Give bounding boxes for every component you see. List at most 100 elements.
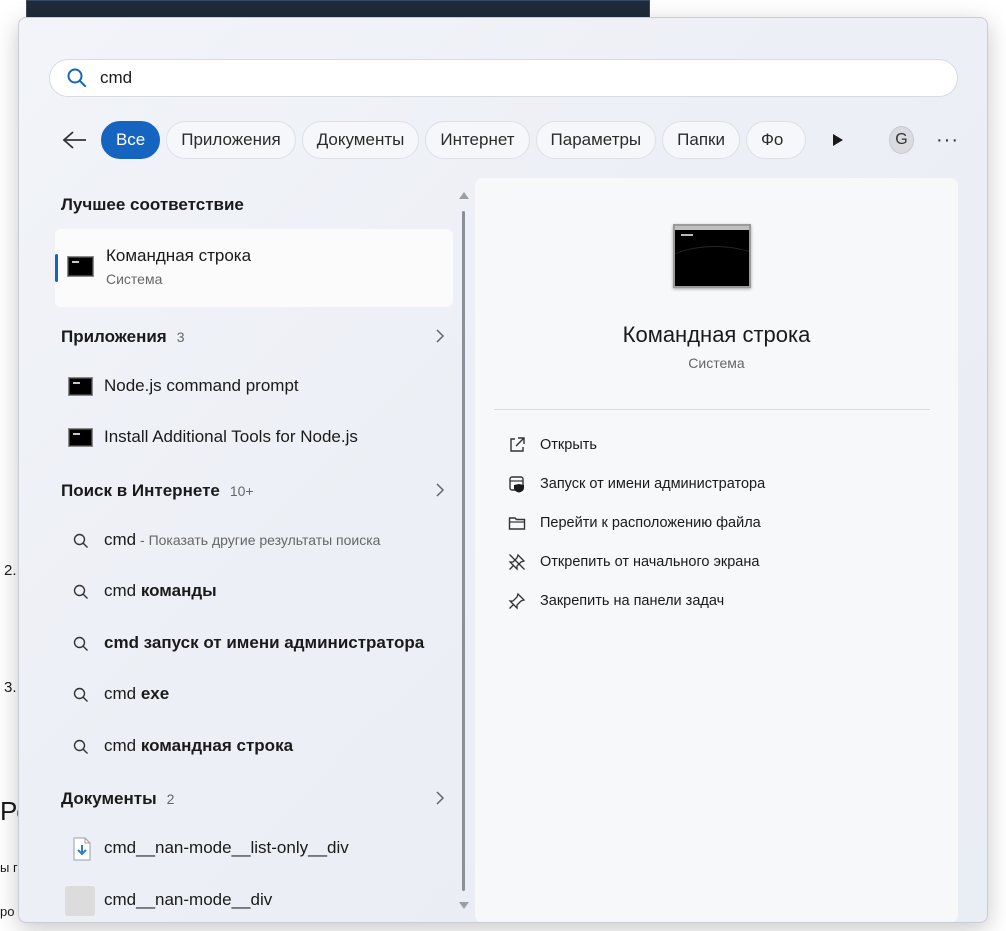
folder-icon	[508, 517, 526, 530]
app-title: Node.js command prompt	[104, 376, 299, 395]
search-box[interactable]	[49, 59, 958, 97]
filter-chip-folders[interactable]: Папки	[662, 121, 740, 159]
search-icon	[67, 68, 86, 87]
best-match-item[interactable]: Командная строка Система	[55, 229, 453, 307]
web-suggestion-text: cmd	[104, 581, 141, 600]
filter-bar: Все Приложения Документы Интернет Параме…	[59, 120, 959, 160]
scroll-filters-button[interactable]	[824, 125, 851, 155]
open-external-icon	[510, 437, 525, 452]
list-item-web[interactable]: cmd командная строка	[53, 727, 453, 767]
web-header-label: Поиск в Интернете	[61, 481, 220, 500]
action-open-file-location[interactable]: Перейти к расположению файла	[508, 509, 928, 537]
scroll-down-arrow[interactable]	[459, 902, 469, 909]
chevron-right-icon	[436, 329, 445, 343]
app-title: Install Additional Tools for Node.js	[104, 427, 358, 446]
web-suggestion-bold: командная строка	[140, 736, 294, 755]
more-options-button[interactable]: ···	[936, 130, 959, 150]
results-list: Лучшее соответствие Командная строка Сис…	[53, 180, 453, 920]
document-title: cmd__nan-mode__list-only__div	[104, 838, 349, 857]
web-suggestion-label: cmd команды	[104, 581, 217, 601]
downloaded-file-icon	[73, 837, 91, 861]
web-suggestion-bold: exe	[140, 684, 170, 703]
best-match-header-label: Лучшее соответствие	[61, 195, 244, 214]
scroll-up-arrow[interactable]	[459, 192, 469, 199]
action-label: Запуск от имени администратора	[540, 476, 766, 492]
prompt-cursor	[681, 234, 693, 236]
chevron-right-icon	[436, 483, 445, 497]
search-icon	[73, 584, 88, 599]
list-item-app[interactable]: Install Additional Tools for Node.js	[53, 418, 453, 458]
document-title: cmd__nan-mode__div	[104, 890, 273, 909]
nodejs-tools-icon	[68, 428, 93, 447]
web-suggestion-text: cmd	[104, 684, 141, 703]
web-suggestion-bold: cmd запуск от имени администратора	[104, 633, 425, 652]
list-item-document[interactable]: cmd__nan-mode__list-only__div	[53, 829, 453, 869]
background-list-number: 2.	[4, 562, 17, 579]
apps-header-label: Приложения	[61, 327, 167, 346]
play-icon	[832, 134, 843, 146]
unpin-icon	[508, 553, 526, 571]
web-suggestion-label: cmd - Показать другие результаты поиска	[104, 530, 380, 550]
web-suggestion-label: cmd запуск от имени администратора	[104, 633, 424, 653]
selection-indicator	[55, 254, 58, 282]
arrow-left-icon	[62, 131, 86, 149]
action-label: Открепить от начального экрана	[540, 554, 760, 570]
preview-pane: Командная строка Система Открыть Запуск …	[475, 178, 958, 922]
chevron-right-icon	[436, 791, 445, 805]
filter-chip-apps[interactable]: Приложения	[166, 121, 296, 159]
background-list-number: 3.	[4, 679, 17, 696]
list-item-web[interactable]: cmd exe	[53, 675, 453, 715]
filter-chip-all[interactable]: Все	[100, 121, 161, 159]
preview-divider	[494, 409, 930, 410]
best-match-title: Командная строка	[106, 246, 252, 265]
apps-count: 3	[176, 329, 185, 345]
search-input[interactable]	[100, 68, 920, 88]
web-suggestion-text: cmd	[104, 736, 141, 755]
search-panel: Все Приложения Документы Интернет Параме…	[18, 17, 988, 923]
action-open[interactable]: Открыть	[508, 431, 928, 459]
list-item-document[interactable]: cmd__nan-mode__div	[53, 881, 453, 921]
filter-chip-settings[interactable]: Параметры	[535, 121, 657, 159]
documents-header-label: Документы	[61, 789, 157, 808]
web-suggestion-label: cmd командная строка	[104, 736, 293, 756]
filter-chip-web[interactable]: Интернет	[425, 121, 530, 159]
filter-chip-photos[interactable]: Фо	[745, 121, 807, 159]
search-icon	[73, 687, 88, 702]
action-unpin-start[interactable]: Открепить от начального экрана	[508, 548, 928, 576]
background-text-fragment: ро	[0, 904, 15, 919]
list-item-web[interactable]: cmd команды	[53, 572, 453, 612]
admin-shield-icon	[509, 476, 524, 493]
web-count: 10+	[229, 483, 254, 499]
action-label: Закрепить на панели задач	[540, 593, 725, 609]
back-button[interactable]	[59, 122, 91, 158]
list-item-app[interactable]: Node.js command prompt	[53, 367, 453, 407]
web-suggestion-hint: - Показать другие результаты поиска	[136, 532, 381, 548]
apps-section-header[interactable]: Приложения 3	[61, 327, 445, 347]
filter-chip-documents[interactable]: Документы	[301, 121, 420, 159]
search-icon	[73, 636, 88, 651]
action-run-as-admin[interactable]: Запуск от имени администратора	[508, 470, 928, 498]
action-label: Перейти к расположению файла	[540, 515, 761, 531]
action-label: Открыть	[540, 437, 597, 453]
search-icon	[73, 533, 88, 548]
web-section-header[interactable]: Поиск в Интернете 10+	[61, 481, 445, 501]
pin-icon	[508, 592, 526, 610]
documents-count: 2	[166, 791, 175, 807]
command-prompt-large-icon	[673, 224, 751, 288]
web-suggestion-text: cmd	[104, 530, 137, 549]
documents-section-header[interactable]: Документы 2	[61, 789, 445, 809]
command-prompt-icon	[67, 256, 94, 277]
search-icon	[73, 739, 88, 754]
background-text-fragment: ы г	[0, 860, 18, 875]
best-match-subtitle: Система	[106, 271, 163, 287]
preview-subtitle: Система	[688, 355, 745, 371]
list-item-web[interactable]: cmd запуск от имени администратора	[53, 624, 453, 664]
nodejs-prompt-icon	[68, 377, 93, 396]
account-avatar[interactable]: G	[888, 126, 914, 154]
best-match-header: Лучшее соответствие	[61, 195, 445, 215]
results-scrollbar[interactable]	[462, 211, 465, 891]
list-item-web[interactable]: cmd - Показать другие результаты поиска	[53, 521, 453, 561]
web-suggestion-label: cmd exe	[104, 684, 169, 704]
action-pin-taskbar[interactable]: Закрепить на панели задач	[508, 587, 928, 615]
blank-thumbnail-icon	[65, 886, 95, 916]
